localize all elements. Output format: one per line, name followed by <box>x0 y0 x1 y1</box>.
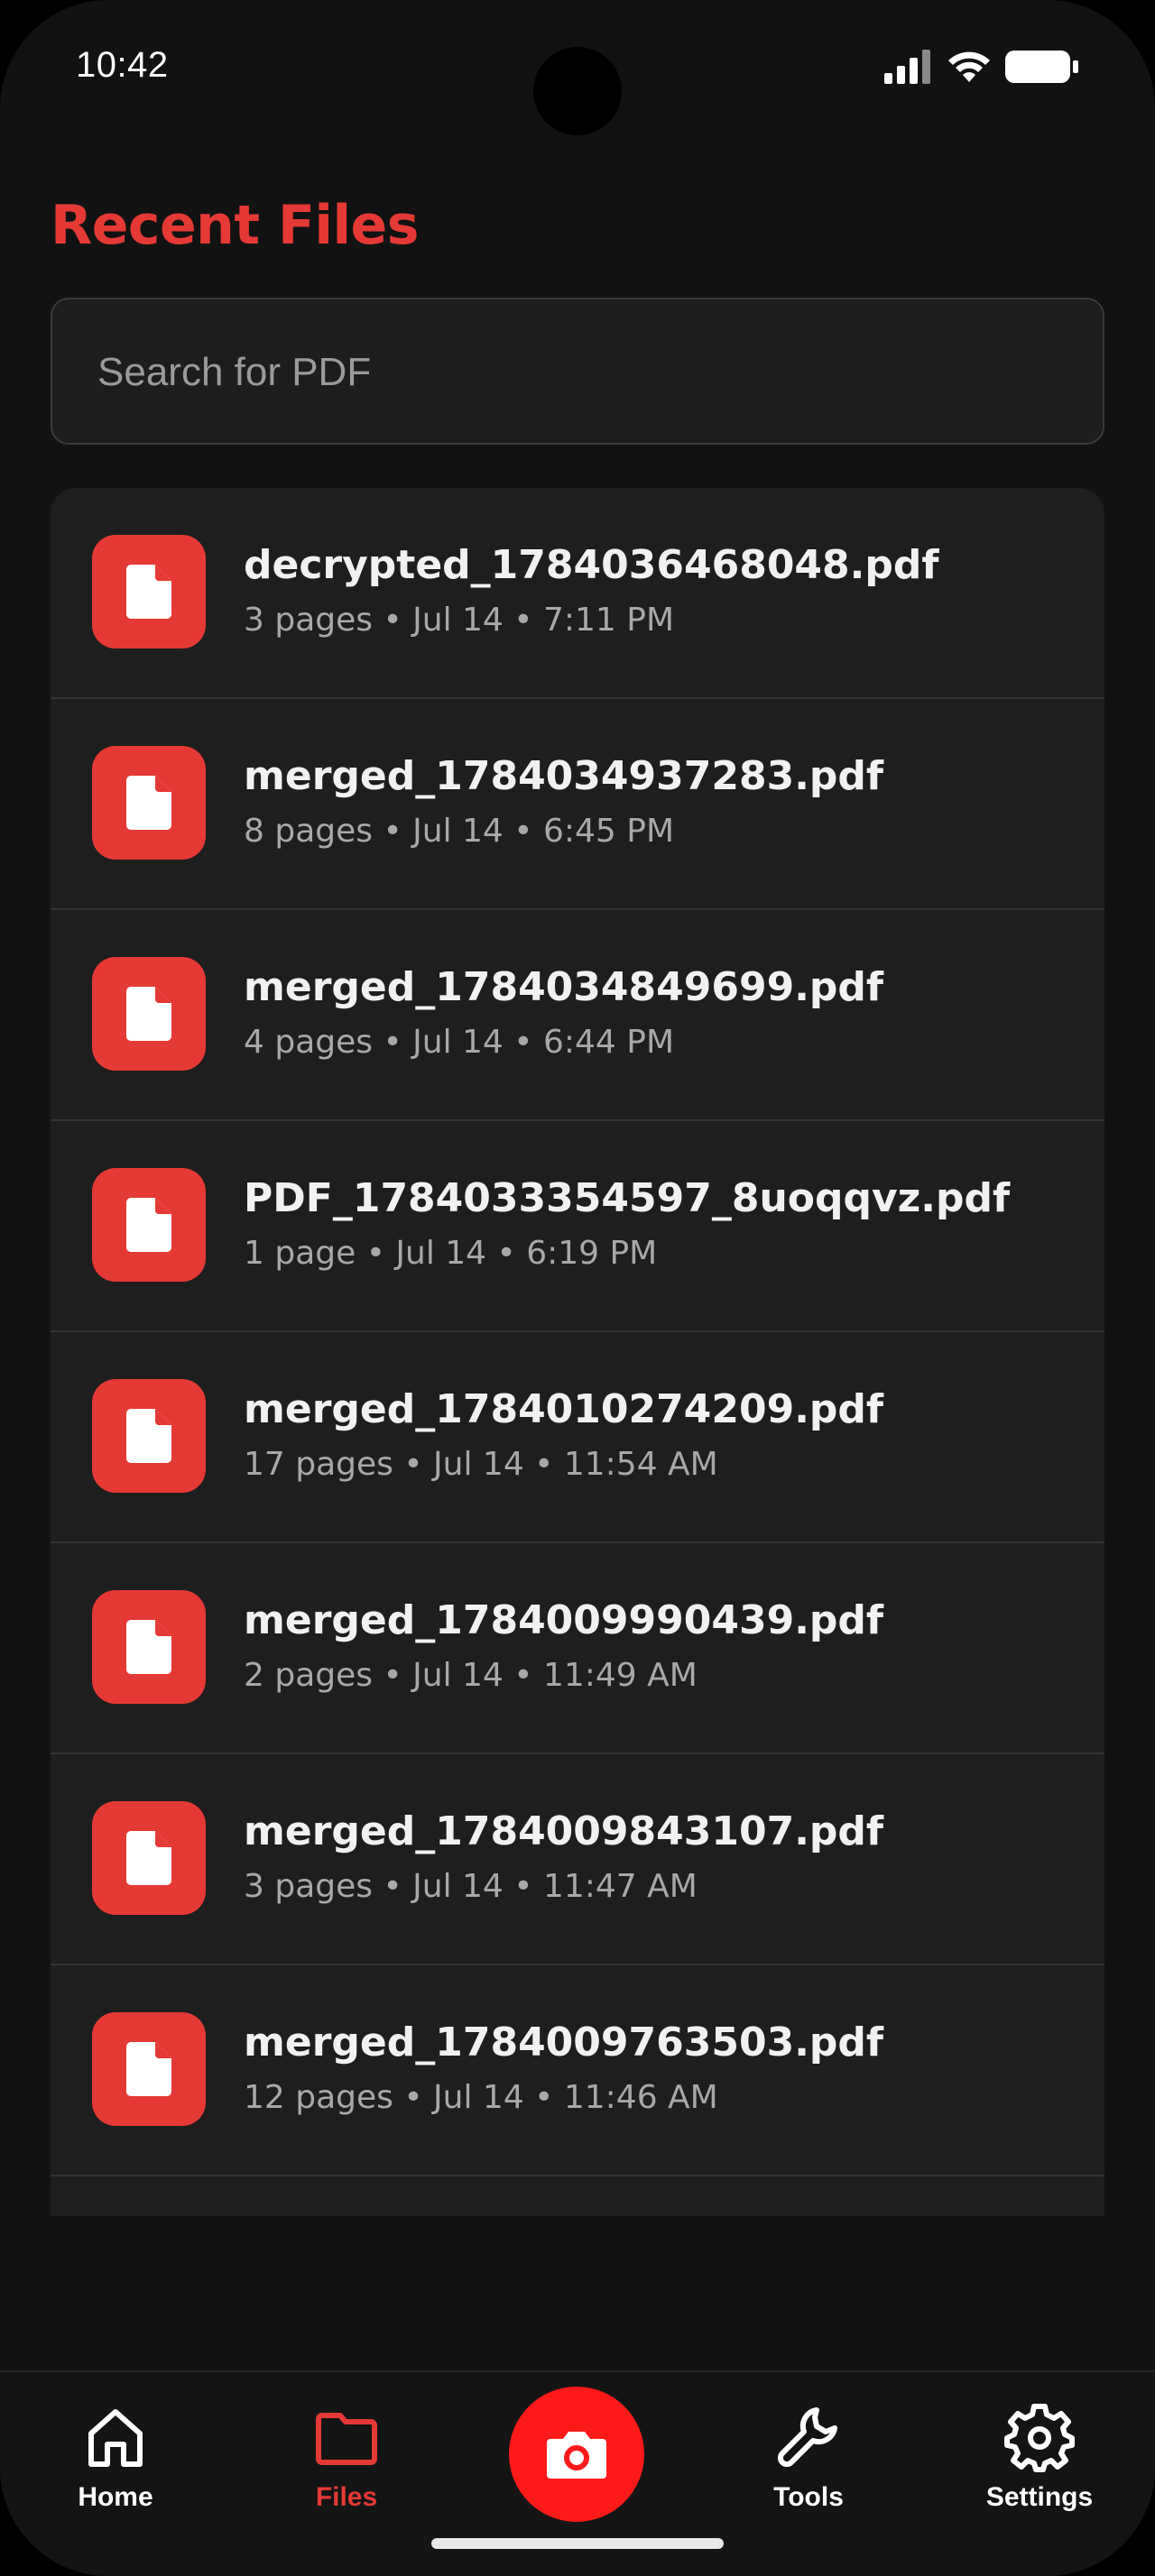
list-item[interactable]: decrypted_1784036468048.pdf 3 pages • Ju… <box>51 488 1104 699</box>
pdf-file-icon <box>92 1801 206 1915</box>
nav-item-settings[interactable]: Settings <box>949 2403 1130 2520</box>
status-time: 10:42 <box>76 45 169 85</box>
search-box[interactable] <box>51 298 1104 445</box>
nav-item-files[interactable]: Files <box>256 2403 437 2520</box>
file-name: merged_1784009843107.pdf <box>244 1808 884 1854</box>
file-name: PDF_1784033354597_8uoqqvz.pdf <box>244 1175 1011 1221</box>
pdf-file-icon <box>92 1590 206 1704</box>
file-meta: 4 pages • Jul 14 • 6:44 PM <box>244 1024 674 1061</box>
file-list: decrypted_1784036468048.pdf 3 pages • Ju… <box>51 488 1104 2216</box>
wifi-icon <box>948 51 990 82</box>
file-name: decrypted_1784036468048.pdf <box>244 542 939 588</box>
pdf-file-icon <box>92 957 206 1071</box>
home-indicator[interactable] <box>431 2538 724 2549</box>
file-name: merged_1784009990439.pdf <box>244 1597 884 1643</box>
list-item[interactable]: merged_1784009990439.pdf 2 pages • Jul 1… <box>51 1543 1104 1754</box>
list-item[interactable]: merged_1784009843107.pdf 3 pages • Jul 1… <box>51 1754 1104 1965</box>
file-name: merged_1784010274209.pdf <box>244 1386 884 1432</box>
list-item[interactable]: merged_1784034849699.pdf 4 pages • Jul 1… <box>51 910 1104 1121</box>
file-name: merged_1784034937283.pdf <box>244 753 884 799</box>
pdf-file-icon <box>92 2012 206 2126</box>
file-meta: 3 pages • Jul 14 • 11:47 AM <box>244 1868 698 1905</box>
pdf-file-icon <box>92 746 206 860</box>
wrench-icon <box>777 2407 837 2468</box>
file-meta: 17 pages • Jul 14 • 11:54 AM <box>244 1446 718 1483</box>
signal-icon <box>884 50 930 84</box>
file-meta: 8 pages • Jul 14 • 6:45 PM <box>244 813 674 850</box>
nav-label-tools: Tools <box>773 2482 844 2512</box>
camera-cutout <box>533 47 622 135</box>
gear-icon <box>1004 2404 1075 2472</box>
nav-item-home[interactable]: Home <box>25 2403 206 2520</box>
file-meta: 3 pages • Jul 14 • 7:11 PM <box>244 602 674 639</box>
file-name: merged_1784009763503.pdf <box>244 2019 884 2065</box>
status-bar: 10:42 <box>0 0 1155 135</box>
pdf-file-icon <box>92 1379 206 1493</box>
list-item[interactable]: merged_1784034937283.pdf 8 pages • Jul 1… <box>51 699 1104 910</box>
home-icon <box>88 2409 143 2467</box>
nav-item-tools[interactable]: Tools <box>718 2403 899 2520</box>
list-item[interactable]: PDF_1784033354597_8uoqqvz.pdf 1 page • J… <box>51 1121 1104 1332</box>
page-title: Recent Files <box>51 194 419 257</box>
camera-icon <box>547 2432 606 2479</box>
file-meta: 1 page • Jul 14 • 6:19 PM <box>244 1235 658 1272</box>
file-name: merged_1784034849699.pdf <box>244 964 884 1010</box>
nav-label-settings: Settings <box>985 2482 1094 2512</box>
battery-icon <box>1005 51 1078 83</box>
list-item[interactable]: merged_1784009763503.pdf 12 pages • Jul … <box>51 1965 1104 2176</box>
search-input[interactable] <box>96 299 1056 445</box>
camera-button[interactable] <box>509 2387 644 2522</box>
pdf-file-icon <box>92 1168 206 1282</box>
list-item[interactable]: merged_1784010274209.pdf 17 pages • Jul … <box>51 1332 1104 1543</box>
nav-label-home: Home <box>78 2482 153 2512</box>
folder-icon <box>316 2413 377 2465</box>
pdf-file-icon <box>92 535 206 649</box>
nav-label-files: Files <box>315 2482 378 2512</box>
phone-screen: 10:42 Recent Files Search for PDF decryp… <box>0 0 1155 2576</box>
file-meta: 2 pages • Jul 14 • 11:49 AM <box>244 1657 698 1694</box>
status-icons <box>884 49 1079 85</box>
file-meta: 12 pages • Jul 14 • 11:46 AM <box>244 2079 718 2116</box>
